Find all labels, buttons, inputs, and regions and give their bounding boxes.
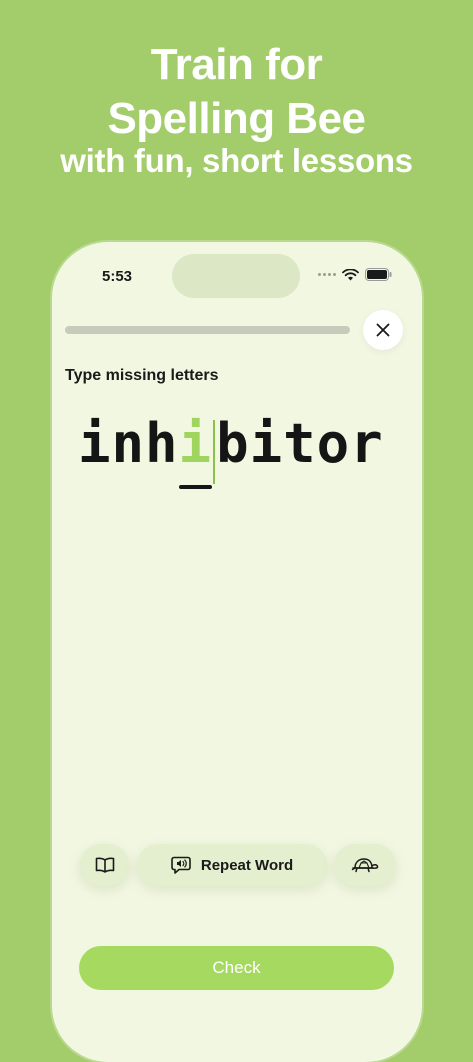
marketing-headline: Train for Spelling Bee with fun, short l… (0, 38, 473, 180)
phone-frame: 5:53 Type missing letters inh i bitor Re… (52, 242, 422, 1062)
text-cursor (213, 420, 216, 484)
speaker-bubble-icon (171, 856, 191, 874)
headline-line-1: Train for (150, 40, 323, 89)
dynamic-island (172, 254, 300, 298)
headline-line-3: with fun, short lessons (60, 142, 413, 179)
signal-dots-icon (318, 273, 336, 276)
lesson-progress-bar (65, 326, 350, 334)
missing-letter-underline (178, 485, 213, 489)
repeat-word-label: Repeat Word (200, 856, 294, 874)
close-button[interactable] (363, 310, 403, 350)
dictionary-button[interactable] (80, 844, 129, 886)
word-puzzle[interactable]: inh i bitor (78, 412, 384, 492)
instruction-text: Type missing letters (65, 367, 219, 384)
word-prefix: inh (78, 412, 179, 475)
slow-speech-button[interactable] (334, 844, 396, 886)
repeat-word-button[interactable]: Repeat Word (137, 844, 327, 886)
headline-line-2: Spelling Bee (107, 94, 366, 143)
battery-icon (365, 268, 392, 281)
check-button[interactable]: Check (79, 946, 394, 990)
lesson-actions: Repeat Word (80, 844, 396, 888)
word-suffix: bitor (216, 412, 384, 475)
missing-letter-slot[interactable]: i (178, 412, 213, 489)
close-icon (376, 323, 390, 337)
turtle-icon (351, 858, 379, 873)
status-time: 5:53 (102, 268, 133, 285)
book-icon (95, 857, 114, 873)
wifi-icon (342, 268, 359, 280)
missing-letter: i (178, 412, 213, 475)
status-icons (318, 268, 392, 281)
